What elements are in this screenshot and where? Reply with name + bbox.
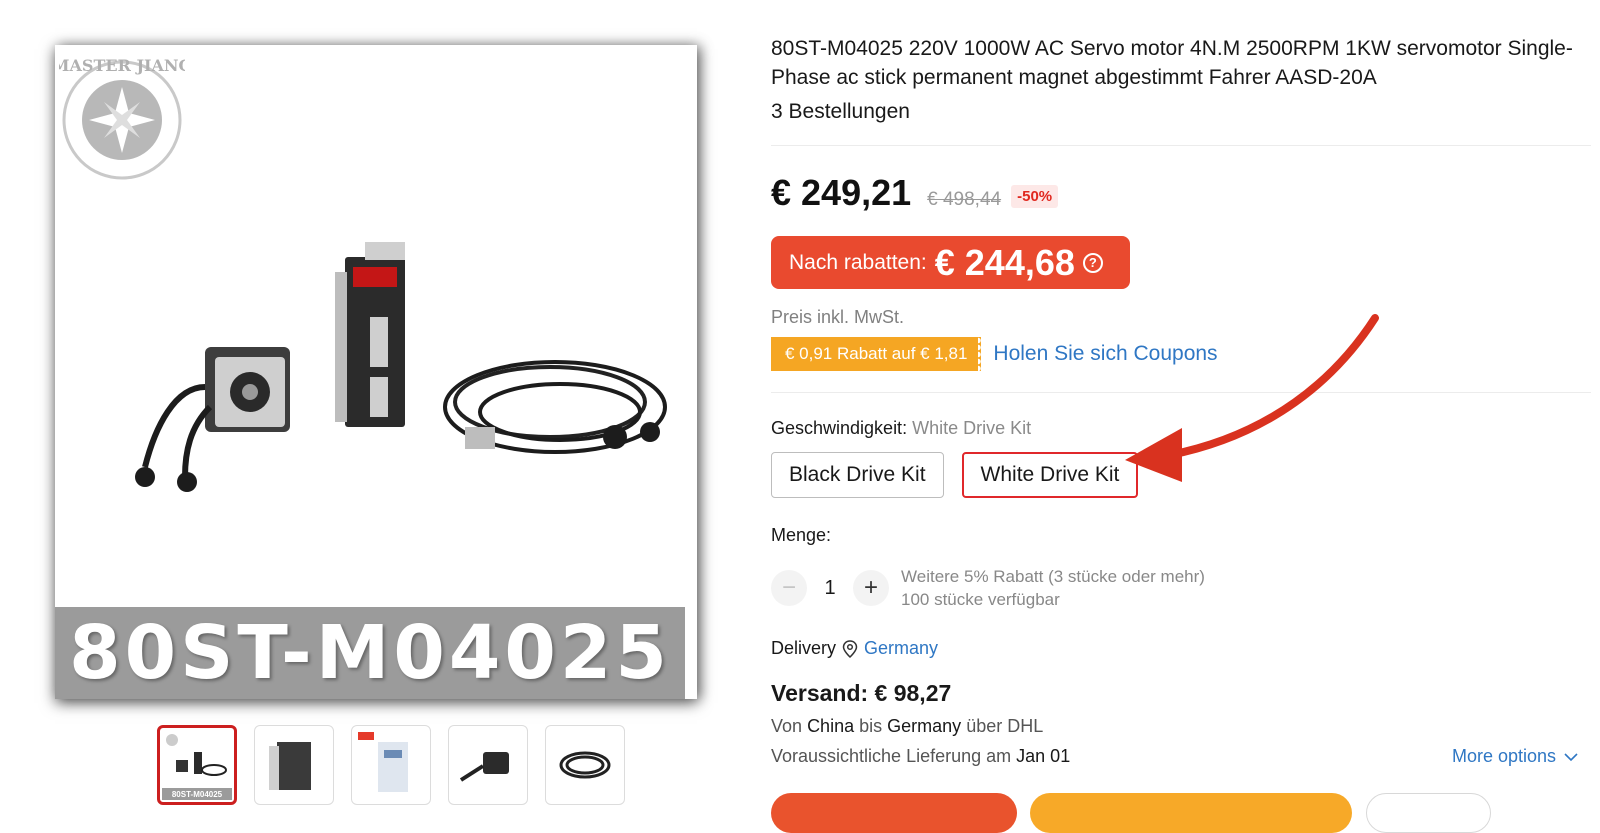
quantity-notes: Weitere 5% Rabatt (3 stücke oder mehr) 1… <box>901 565 1205 611</box>
after-discount-banner: Nach rabatten: € 244,68 ? <box>771 236 1130 289</box>
question-icon[interactable]: ? <box>1082 252 1103 273</box>
delivery-estimate: Voraussichtliche Lieferung am Jan 01 <box>771 746 1070 767</box>
thumbnail-3[interactable] <box>351 725 431 805</box>
logo-text: MASTER JIANG <box>59 57 185 75</box>
shipping-cost: Versand: € 98,27 <box>771 680 952 706</box>
brand-logo: MASTER JIANG <box>59 57 185 180</box>
decrease-quantity-button[interactable]: − <box>771 570 807 606</box>
variant-label: Geschwindigkeit: White Drive Kit <box>771 418 1031 439</box>
more-options-link[interactable]: More options <box>1452 746 1578 767</box>
order-count: 3 Bestellungen <box>771 100 910 123</box>
stock-note: 100 stücke verfügbar <box>901 590 1060 609</box>
model-label: 80ST-M04025 <box>69 610 671 696</box>
main-product-image[interactable]: MASTER JIANG <box>55 45 697 699</box>
quantity-input[interactable] <box>807 575 853 601</box>
thumbnail-5[interactable] <box>545 725 625 805</box>
quantity-stepper: − + Weitere 5% Rabatt (3 stücke oder meh… <box>771 565 1205 611</box>
delivery-label: Delivery <box>771 638 837 658</box>
annotation-arrow-icon <box>1125 314 1379 482</box>
variant-white-drive-kit[interactable]: White Drive Kit <box>961 452 1139 498</box>
thumbnail-2[interactable] <box>254 725 334 805</box>
thumbnail-1[interactable]: 80ST-M04025 <box>157 725 237 805</box>
current-price: € 249,21 <box>771 172 912 213</box>
quantity-label: Menge: <box>771 525 832 545</box>
divider <box>771 145 1591 146</box>
after-discount-label: Nach rabatten: <box>789 250 927 274</box>
model-banner: 80ST-M04025 <box>55 607 685 699</box>
increase-quantity-button[interactable]: + <box>853 570 889 606</box>
route-suffix: über DHL <box>966 716 1044 736</box>
variant-selected-value: White Drive Kit <box>912 418 1032 438</box>
thumbnail-strip: 80ST-M04025 <box>157 725 625 805</box>
buy-now-button[interactable] <box>771 793 1017 833</box>
price-row: € 249,21 € 498,44 -50% <box>771 172 1059 214</box>
thumbnail-image <box>358 732 408 792</box>
route-from: China <box>807 716 855 736</box>
variant-label-text: Geschwindigkeit: <box>771 418 908 438</box>
variant-black-drive-kit[interactable]: Black Drive Kit <box>771 452 944 498</box>
route-prefix: Von <box>771 716 803 736</box>
shipping-route: Von China bis Germany über DHL <box>771 716 1043 737</box>
thumbnail-image <box>459 752 509 782</box>
thumbnail-image: 80ST-M04025 <box>162 734 232 800</box>
route-mid: bis <box>859 716 883 736</box>
variant-options: Black Drive Kit White Drive Kit <box>771 452 1139 498</box>
original-price: € 498,44 <box>927 189 1002 210</box>
coupon-tag: € 0,91 Rabatt auf € 1,81 <box>767 337 985 371</box>
tax-note: Preis inkl. MwSt. <box>771 307 905 327</box>
delivery-country-link[interactable]: Germany <box>864 638 938 659</box>
thumbnail-image <box>269 742 311 790</box>
thumbnail-caption: 80ST-M04025 <box>172 790 223 799</box>
bulk-discount-note: Weitere 5% Rabatt (3 stücke oder mehr) <box>901 567 1205 586</box>
delivery-row: Delivery Germany <box>771 638 938 659</box>
thumbnail-image <box>559 751 611 779</box>
route-to: Germany <box>887 716 962 736</box>
after-discount-price: € 244,68 <box>934 241 1075 283</box>
thumbnail-4[interactable] <box>448 725 528 805</box>
add-to-cart-button[interactable] <box>1030 793 1352 833</box>
more-options-label: More options <box>1452 746 1557 766</box>
wishlist-button[interactable] <box>1366 793 1491 833</box>
discount-badge: -50% <box>1011 185 1059 208</box>
location-pin-icon <box>842 639 858 658</box>
chevron-down-icon <box>1564 752 1578 761</box>
product-title: 80ST-M04025 220V 1000W AC Servo motor 4N… <box>771 37 1573 89</box>
eta-date: Jan 01 <box>1016 746 1071 766</box>
eta-prefix: Voraussichtliche Lieferung am <box>771 746 1012 766</box>
servo-kit-image <box>135 242 667 492</box>
